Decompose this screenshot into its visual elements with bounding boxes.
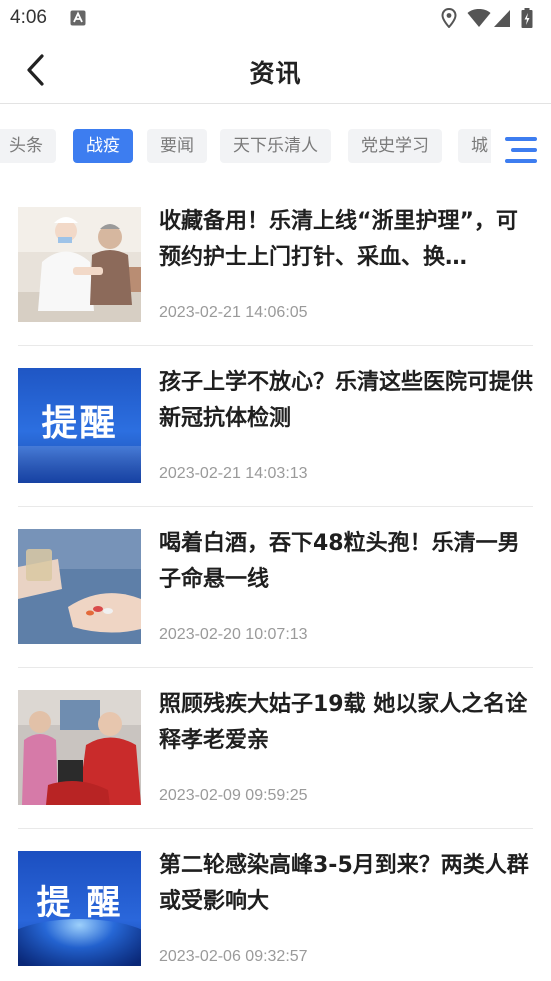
- nurse-visit-photo: [18, 207, 141, 322]
- news-headline: 喝着白酒，吞下48粒头孢！乐清一男子命悬一线: [159, 531, 520, 592]
- accessibility-a-icon: [70, 10, 86, 26]
- page-title: 资讯: [249, 59, 302, 88]
- family-care-photo: [18, 690, 141, 805]
- news-item[interactable]: 提 醒 第二轮感染高峰3-5月到来？两类人群或受影响大 2023-02-06 0…: [0, 829, 551, 981]
- status-icons: [441, 8, 541, 28]
- reminder-banner-text: 提醒: [41, 403, 118, 444]
- news-headline: 孩子上学不放心？乐清这些医院可提供新冠抗体检测: [159, 370, 534, 431]
- nav-bar: 资讯: [0, 36, 551, 104]
- tab-dangshi-xuexi[interactable]: 党史学习: [348, 129, 442, 163]
- news-item[interactable]: 照顾残疾大姑子19载 她以家人之名诠释孝老爱亲 2023-02-09 09:59…: [0, 668, 551, 829]
- news-item[interactable]: 喝着白酒，吞下48粒头孢！乐清一男子命悬一线 2023-02-20 10:07:…: [0, 507, 551, 668]
- news-date: 2023-02-06 09:32:57: [159, 948, 308, 965]
- news-date: 2023-02-09 09:59:25: [159, 787, 308, 804]
- tab-yaowen[interactable]: 要闻: [147, 129, 207, 163]
- category-menu-button[interactable]: [501, 135, 539, 165]
- news-date: 2023-02-21 14:03:13: [159, 465, 308, 482]
- signal-icon: [494, 10, 510, 27]
- news-date: 2023-02-21 14:06:05: [159, 304, 308, 321]
- news-thumbnail: [18, 207, 141, 322]
- status-time: 4:06: [10, 7, 47, 28]
- status-bar: 4:06: [0, 0, 551, 36]
- news-thumbnail: [18, 690, 141, 805]
- news-headline: 照顾残疾大姑子19载 她以家人之名诠释孝老爱亲: [159, 692, 528, 753]
- pills-in-hand-photo: [18, 529, 141, 644]
- news-thumbnail: [18, 529, 141, 644]
- news-thumbnail: 提醒: [18, 368, 141, 483]
- news-thumbnail: 提 醒: [18, 851, 141, 966]
- tab-toutiao[interactable]: 头条: [0, 129, 56, 163]
- wifi-icon: [467, 9, 491, 27]
- news-headline: 第二轮感染高峰3-5月到来？两类人群或受影响大: [159, 853, 529, 914]
- news-headline: 收藏备用！乐清上线“浙里护理”，可预约护士上门打针、采血、换…: [159, 209, 518, 270]
- tab-zhanyi[interactable]: 战疫: [73, 129, 133, 163]
- news-item[interactable]: 提醒 孩子上学不放心？乐清这些医院可提供新冠抗体检测 2023-02-21 14…: [0, 346, 551, 507]
- news-date: 2023-02-20 10:07:13: [159, 626, 308, 643]
- reminder-banner-text: 提 醒: [36, 883, 123, 923]
- banner-horizon-glow: [18, 919, 141, 966]
- battery-charging-icon: [521, 8, 533, 28]
- banner-reflection: [18, 446, 141, 483]
- menu-lines-icon: [505, 137, 537, 163]
- location-icon: [441, 8, 457, 28]
- category-tabs: 头条 战疫 要闻 天下乐清人 党史学习 城: [0, 105, 551, 185]
- tab-tianxia-yueqingren[interactable]: 天下乐清人: [220, 129, 331, 163]
- news-item[interactable]: 收藏备用！乐清上线“浙里护理”，可预约护士上门打针、采血、换… 2023-02-…: [0, 185, 551, 346]
